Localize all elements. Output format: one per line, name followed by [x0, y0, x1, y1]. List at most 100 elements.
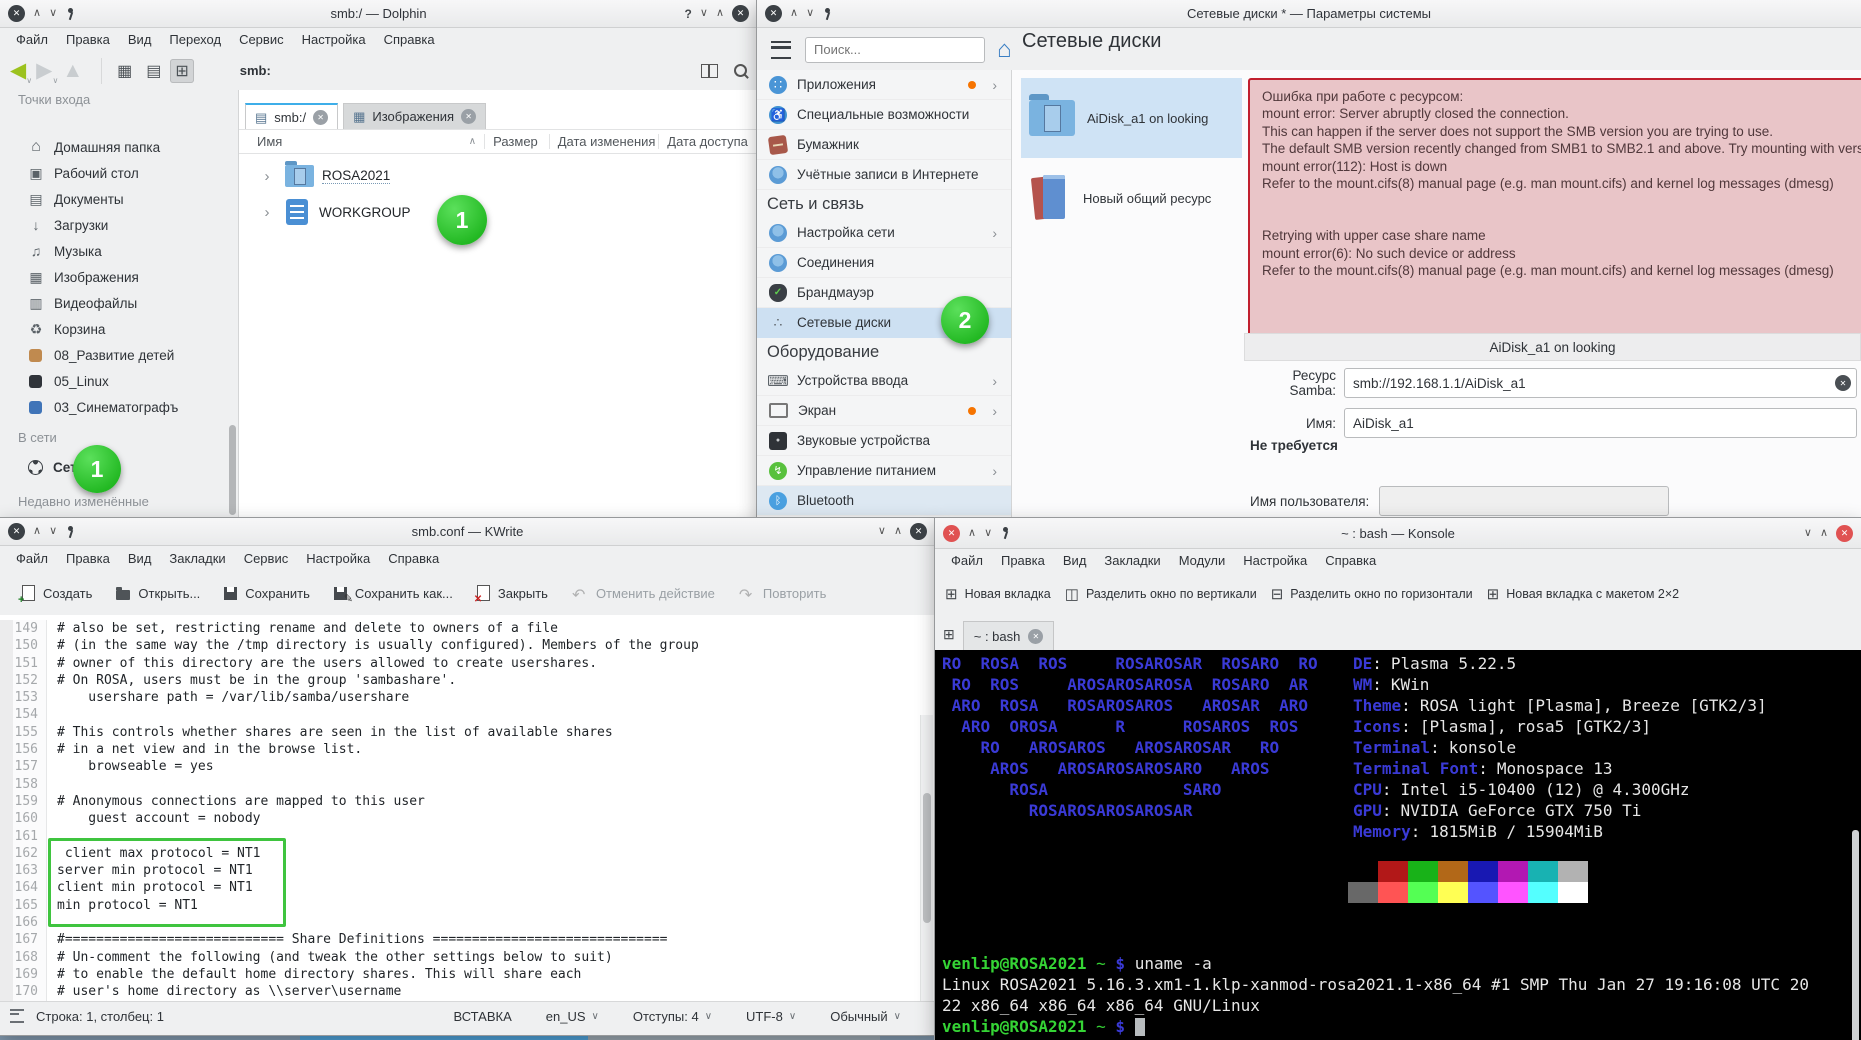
places-item[interactable]: 08_Развитие детей [0, 342, 228, 368]
close-icon[interactable]: ✕ [910, 523, 927, 540]
toolbar-button[interactable]: Повторить [729, 579, 836, 607]
pin-icon[interactable] [822, 7, 832, 20]
file-row-rosa2021[interactable]: › ROSA2021 [239, 158, 391, 194]
pin-icon[interactable] [1000, 527, 1010, 539]
tab-bash[interactable]: ~ : bash ✕ [962, 621, 1055, 650]
konsole-titlebar[interactable]: ✕ ∧ ∨ ~ : bash — Konsole ∨ ∧ ✕ [935, 518, 1861, 549]
settings-sidebar-entry[interactable]: Bluetooth › [757, 486, 1011, 516]
location-breadcrumb[interactable]: smb: [240, 63, 271, 78]
shade-up-icon[interactable]: ∧ [790, 8, 798, 19]
maximize-icon[interactable]: ∧ [716, 8, 724, 19]
text-editor[interactable]: 149 # also be set, restricting rename an… [0, 615, 935, 1007]
toolbar-button[interactable]: Открыть... [106, 580, 210, 607]
expand-icon[interactable]: › [257, 204, 277, 221]
tab-images[interactable]: ▦ Изображения ✕ [343, 103, 487, 129]
home-icon[interactable]: ⌂ [997, 37, 1012, 62]
hamburger-menu-icon[interactable] [771, 40, 791, 59]
indent-selector[interactable]: Отступы: 4 ∨ [633, 1009, 712, 1024]
close-icon[interactable]: ✕ [8, 5, 25, 22]
encoding-selector[interactable]: UTF-8 ∨ [746, 1009, 796, 1024]
name-input[interactable] [1344, 408, 1857, 438]
pin-icon[interactable] [65, 7, 75, 20]
column-accessed[interactable]: Дата доступа [658, 134, 757, 149]
clear-input-icon[interactable]: ✕ [1835, 375, 1851, 391]
close-icon[interactable]: ✕ [943, 524, 960, 542]
split-view-icon[interactable] [701, 63, 718, 78]
maximize-icon[interactable]: ∧ [1820, 527, 1828, 539]
minimize-icon[interactable]: ∨ [700, 8, 708, 19]
scrollbar[interactable] [229, 425, 236, 515]
share-list-item-new[interactable]: Новый общий ресурс [1021, 158, 1242, 238]
dolphin-titlebar[interactable]: ✕ ∧ ∨ smb:/ — Dolphin ? ∨ ∧ ✕ [0, 0, 757, 28]
menu-item[interactable]: Настройка [294, 29, 374, 50]
terminal-screen[interactable]: RO ROSA ROS ROSAROSAR ROSARO RO RO ROS A… [935, 650, 1861, 1040]
menu-item[interactable]: Правка [58, 548, 118, 569]
menu-item[interactable]: Закладки [161, 548, 233, 569]
settings-sidebar-entry[interactable]: Приложения › [757, 70, 1011, 100]
close-icon[interactable]: ✕ [732, 5, 749, 22]
menu-item[interactable]: Переход [161, 29, 229, 50]
menu-item[interactable]: Настройка [298, 548, 378, 569]
insert-mode-indicator[interactable]: ВСТАВКА [453, 1009, 511, 1024]
menu-item[interactable]: Вид [120, 29, 160, 50]
settings-sidebar-entry[interactable]: Устройства ввода › [757, 366, 1011, 396]
menu-item[interactable]: Модули [1171, 550, 1234, 571]
shade-down-icon[interactable]: ∨ [49, 526, 57, 537]
forward-button[interactable]: ▶ ∨ [36, 60, 58, 85]
menu-item[interactable]: Вид [1055, 550, 1095, 571]
settings-sidebar-entry[interactable]: Бумажник › [757, 130, 1011, 160]
menu-item[interactable]: Файл [943, 550, 991, 571]
back-button[interactable]: ◀ ∨ [10, 60, 32, 85]
close-icon[interactable]: ✕ [313, 110, 329, 125]
menu-item[interactable]: Файл [8, 548, 56, 569]
places-item[interactable]: Изображения [0, 264, 228, 290]
places-item[interactable]: Рабочий стол [0, 160, 228, 186]
shade-down-icon[interactable]: ∨ [806, 8, 814, 19]
close-icon[interactable]: ✕ [461, 109, 477, 124]
menu-item[interactable]: Сервис [236, 548, 297, 569]
icons-view-button[interactable]: ▦ [112, 59, 137, 83]
menu-item[interactable]: Сервис [231, 29, 292, 50]
tree-view-button[interactable]: ⊞ [170, 58, 194, 83]
toolbar-button[interactable]: Разделить окно по горизонтали [1271, 587, 1472, 602]
settings-titlebar[interactable]: ✕ ∧ ∨ Сетевые диски * — Параметры систем… [757, 0, 1861, 28]
menu-item[interactable]: Правка [58, 29, 118, 50]
menu-item[interactable]: Справка [380, 548, 447, 569]
scrollbar-thumb[interactable] [923, 793, 931, 923]
samba-resource-input[interactable] [1344, 368, 1857, 398]
menu-item[interactable]: Справка [1317, 550, 1384, 571]
toolbar-button[interactable]: Создать [12, 579, 102, 607]
minimize-icon[interactable]: ∨ [1804, 527, 1812, 539]
places-item[interactable]: Документы [0, 186, 228, 212]
places-item[interactable]: 03_Синематографъ [0, 394, 228, 420]
toolbar-button[interactable]: Новая вкладка [945, 587, 1051, 602]
column-name[interactable]: Имя [239, 134, 469, 149]
menu-item[interactable]: Настройка [1235, 550, 1315, 571]
menu-item[interactable]: Вид [120, 548, 160, 569]
menu-item[interactable]: Правка [993, 550, 1053, 571]
toolbar-button[interactable]: Сохранить [214, 580, 320, 607]
scrollbar[interactable] [920, 715, 933, 1007]
username-input[interactable] [1379, 486, 1670, 516]
maximize-icon[interactable]: ∧ [894, 526, 902, 537]
file-row-workgroup[interactable]: › WORKGROUP [239, 194, 411, 230]
close-icon[interactable]: ✕ [1028, 628, 1044, 644]
places-item[interactable]: Видеофайлы [0, 290, 228, 316]
toolbar-button[interactable]: Закрыть [467, 579, 558, 607]
details-view-button[interactable]: ▤ [141, 59, 166, 83]
highlighting-selector[interactable]: Обычный ∨ [830, 1009, 901, 1024]
new-tab-icon[interactable]: ⊞ [943, 626, 955, 643]
share-list-item-selected[interactable]: AiDisk_a1 on looking [1021, 78, 1242, 158]
shade-up-icon[interactable]: ∧ [968, 527, 976, 539]
places-item[interactable]: Домашняя папка [0, 134, 228, 160]
taskbar[interactable] [0, 1035, 935, 1040]
toolbar-button[interactable]: Разделить окно по вертикали [1065, 587, 1257, 602]
toolbar-button[interactable]: Сохранить как... [324, 580, 463, 607]
close-icon[interactable]: ✕ [765, 5, 782, 22]
kwrite-titlebar[interactable]: ✕ ∧ ∨ smb.conf — KWrite ∨ ∧ ✕ [0, 518, 935, 546]
settings-sidebar-entry[interactable]: Сеть и связь › [757, 190, 1011, 218]
pin-icon[interactable] [65, 525, 75, 538]
settings-sidebar-entry[interactable]: Управление питанием › [757, 456, 1011, 486]
settings-sidebar-entry[interactable]: Специальные возможности › [757, 100, 1011, 130]
places-item[interactable]: Загрузки [0, 212, 228, 238]
